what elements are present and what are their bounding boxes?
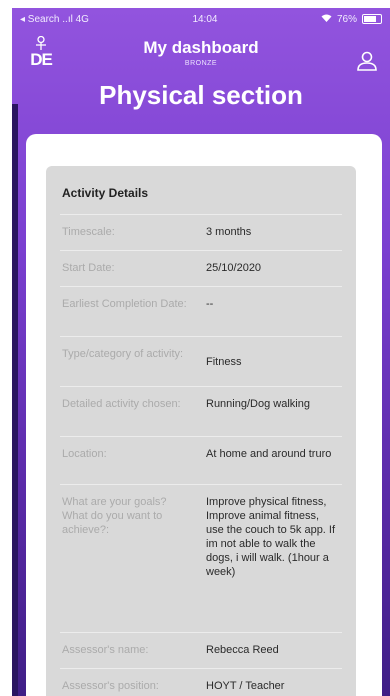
row-label: Assessor's position: [62, 680, 159, 692]
row-value: Rebecca Reed [206, 644, 279, 656]
detail-row-timescale: Timescale: 3 months [60, 214, 342, 251]
detail-row-location: Location: At home and around truro [60, 436, 342, 485]
row-value: Running/Dog walking [206, 398, 310, 410]
row-value: 25/10/2020 [206, 262, 262, 274]
detail-row-activity-chosen: Detailed activity chosen: Running/Dog wa… [60, 386, 342, 437]
row-label: What are your goals? What do you want to… [62, 496, 167, 536]
row-value: Improve physical fitness, Improve animal… [206, 496, 336, 578]
row-label: Type/category of activity: [62, 348, 184, 360]
clock: 14:04 [192, 13, 218, 25]
user-icon[interactable] [356, 50, 378, 72]
detail-row-goals: What are your goals? What do you want to… [60, 484, 342, 633]
left-edge [12, 104, 18, 696]
row-value: -- [206, 298, 214, 310]
row-label: Start Date: [62, 262, 115, 274]
panel-title: Activity Details [62, 186, 149, 200]
row-label: Assessor's name: [62, 644, 149, 656]
row-value: Fitness [206, 356, 242, 368]
detail-row-activity-type: Type/category of activity: Fitness [60, 336, 342, 387]
row-label: Location: [62, 448, 107, 460]
carrier-signal: ◂ Search ..ıl 4G [20, 13, 89, 25]
row-value: At home and around truro [206, 448, 332, 460]
row-label: Timescale: [62, 226, 115, 238]
battery-icon [361, 14, 382, 24]
detail-row-completion-date: Earliest Completion Date: -- [60, 286, 342, 337]
row-value: 3 months [206, 226, 252, 238]
row-label: Earliest Completion Date: [62, 298, 187, 310]
detail-row-assessor-name: Assessor's name: Rebecca Reed [60, 632, 342, 669]
status-bar: ◂ Search ..ıl 4G 14:04 76% [12, 8, 390, 30]
page-title: Physical section [99, 80, 303, 110]
row-label: Detailed activity chosen: [62, 398, 181, 410]
row-value: HOYT / Teacher [206, 680, 285, 692]
activity-details-panel: Activity Details Timescale: 3 months Sta… [46, 166, 356, 696]
level-badge: BRONZE [184, 60, 218, 67]
content-card: Activity Details Timescale: 3 months Sta… [26, 134, 382, 696]
dashboard-title: My dashboard [143, 38, 259, 57]
detail-row-assessor-position: Assessor's position: HOYT / Teacher [60, 668, 342, 696]
app-screen: ◂ Search ..ıl 4G 14:04 76% DE My dashboa… [12, 8, 390, 696]
status-right: 76% [321, 14, 382, 25]
wifi-icon [321, 14, 332, 25]
battery-percent: 76% [336, 13, 357, 25]
detail-row-start-date: Start Date: 25/10/2020 [60, 250, 342, 287]
